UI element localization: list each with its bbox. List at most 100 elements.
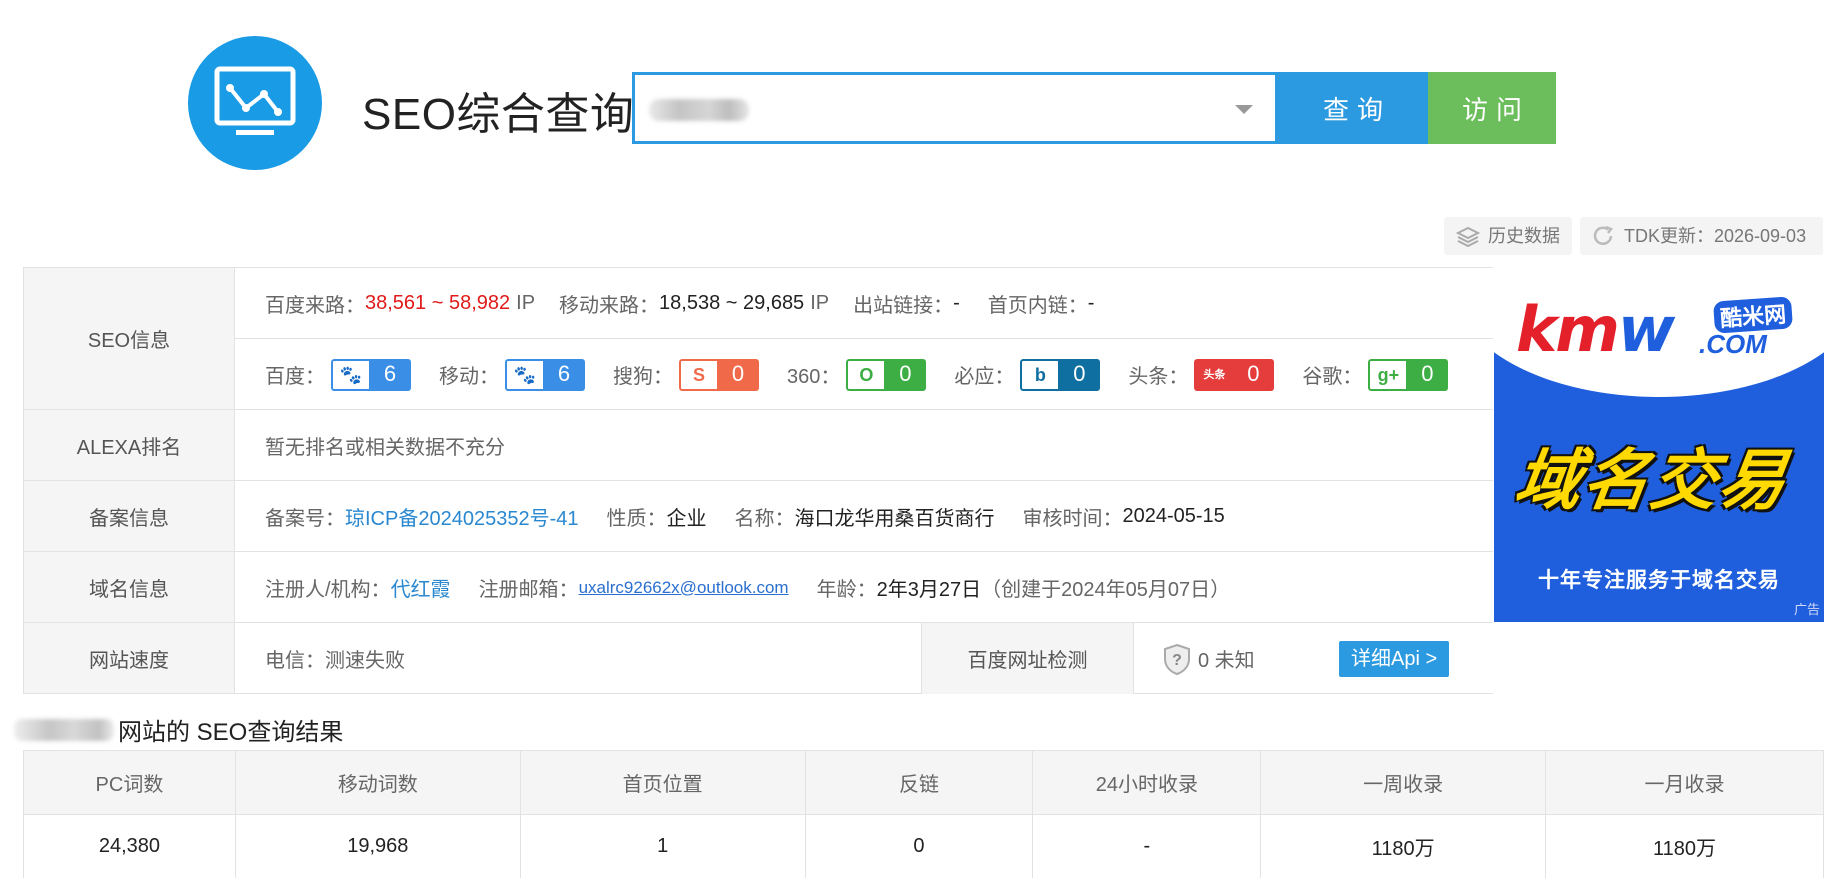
query-button[interactable]: 查询 — [1278, 72, 1428, 144]
history-data-button[interactable]: 历史数据 — [1444, 217, 1572, 255]
tdk-update-button[interactable]: TDK更新：2026-09-03 — [1580, 217, 1823, 255]
registrant-link[interactable]: 代红霞 — [391, 573, 451, 602]
inlinks-label: 首页内链： — [987, 295, 1088, 317]
weight-value: 6 — [543, 358, 585, 391]
results-table: PC词数 移动词数 首页位置 反链 24小时收录 一周收录 一月收录 24,380 19,96… — [23, 750, 1824, 878]
alexa-value: 暂无排名或相关数据不充分 — [265, 437, 505, 459]
weight-badge[interactable]: 🐾 6 — [331, 358, 411, 391]
baidu-traffic-value: 38,561 ~ 58,982 — [365, 292, 511, 314]
chevron-down-icon[interactable] — [1235, 105, 1253, 114]
weight-badge[interactable]: O0 — [846, 358, 927, 391]
outlinks-value: - — [953, 292, 960, 314]
column-header: PC词数 — [23, 750, 236, 815]
baidu-paw-icon: 🐾 — [331, 358, 369, 391]
ip-unit: IP — [810, 292, 830, 314]
weight-value: 0 — [1232, 358, 1275, 391]
seo-info-row: SEO信息 百度来路： 38,561 ~ 58,982 IP 移动来路： 18,… — [23, 268, 1493, 410]
weight-label: 必应： — [954, 366, 1015, 388]
svg-text:?: ? — [1172, 652, 1182, 669]
site-logo[interactable] — [188, 36, 322, 170]
results-title: 网站的 SEO查询结果 — [14, 712, 343, 747]
weight-label: 谷歌： — [1302, 366, 1363, 388]
sogou-icon: S — [679, 358, 717, 391]
refresh-icon — [1593, 225, 1613, 245]
weight-label: 360： — [787, 366, 841, 388]
speed-value: 电信：测速失败 — [265, 650, 405, 672]
registrant-label: 注册人/机构： — [265, 579, 391, 601]
review-time-value: 2024-05-15 — [1122, 505, 1225, 527]
weight-label: 移动： — [439, 366, 499, 388]
search-input[interactable] — [632, 72, 1278, 144]
redacted-domain — [649, 99, 749, 121]
traffic-row: 百度来路： 38,561 ~ 58,982 IP 移动来路： 18,538 ~ … — [235, 268, 1493, 339]
weight-badge[interactable]: g+ 0 — [1368, 358, 1449, 391]
inlinks-value: - — [1087, 292, 1095, 314]
ad-slogan: 十年专注服务于域名交易 — [1538, 569, 1780, 592]
mobile-traffic-value: 18,538 ~ 29,685 — [659, 292, 805, 314]
speed-label: 网站速度 — [23, 623, 235, 693]
review-time-label: 审核时间： — [1022, 508, 1123, 530]
domain-row: 域名信息 注册人/机构： 代红霞 注册邮箱： uxalrc92662x@outl… — [23, 552, 1493, 623]
speed-row: 网站速度 电信：测速失败 百度网址检测 ? 0 未知 详细Api > — [23, 623, 1493, 694]
icp-number-link[interactable]: 琼ICP备2024025352号-41 — [345, 502, 578, 531]
seo-info-label: SEO信息 — [23, 268, 235, 409]
page-title: SEO综合查询 — [362, 90, 635, 139]
toutiao-icon: 头条 — [1194, 358, 1233, 391]
google-plus-icon: g+ — [1368, 358, 1407, 391]
table-cell: 24,380 — [23, 814, 236, 878]
ad-banner[interactable]: kmw 酷米网 .COM 域名交易 十年专注服务于域名交易 广告 — [1494, 267, 1824, 622]
domain-values: 注册人/机构： 代红霞 注册邮箱： uxalrc92662x@outlook.c… — [265, 552, 1230, 623]
email-label: 注册邮箱： — [478, 579, 579, 601]
column-header: 一月收录 — [1545, 750, 1824, 815]
weight-badge[interactable]: b0 — [1020, 358, 1101, 391]
ad-brand: kmw — [1516, 293, 1675, 366]
icp-label: 备案信息 — [23, 481, 235, 551]
table-cell: 1 — [519, 814, 806, 878]
ad-tag: 广告 — [1793, 602, 1820, 617]
alexa-label: ALEXA排名 — [23, 410, 235, 480]
weight-value: 6 — [369, 358, 411, 391]
table-cell: 0 — [804, 814, 1034, 878]
baidu-paw-icon: 🐾 — [505, 358, 543, 391]
so360-icon: O — [846, 358, 885, 391]
weight-value: 0 — [1406, 358, 1449, 391]
monitor-chart-icon — [214, 66, 296, 135]
ad-com: .COM — [1699, 329, 1767, 359]
weight-badge[interactable]: S0 — [679, 358, 759, 391]
table-cell: 19,968 — [234, 814, 521, 878]
created-date: （创建于2024年05月07日） — [981, 579, 1231, 601]
weight-label: 头条： — [1128, 366, 1189, 388]
detail-api-button[interactable]: 详细Api > — [1339, 641, 1450, 677]
column-header: 一周收录 — [1260, 750, 1547, 815]
weight-value: 0 — [1058, 358, 1101, 391]
baidu-check-label: 百度网址检测 — [921, 623, 1134, 694]
weight-value: 0 — [717, 358, 759, 391]
weight-badge[interactable]: 🐾 6 — [505, 358, 585, 391]
domain-label: 域名信息 — [23, 552, 235, 622]
shield-question-icon: ? — [1164, 643, 1190, 675]
weight-badge[interactable]: 头条 0 — [1194, 358, 1275, 391]
table-cell: 1180万 — [1545, 814, 1824, 878]
visit-button[interactable]: 访问 — [1428, 72, 1556, 144]
table-header-row: PC词数 移动词数 首页位置 反链 24小时收录 一周收录 一月收录 — [23, 750, 1824, 815]
history-label: 历史数据 — [1488, 226, 1560, 246]
bing-icon: b — [1020, 358, 1059, 391]
name-value: 海口龙华用桑百货商行 — [794, 508, 995, 530]
weight-value: 0 — [884, 358, 927, 391]
column-header: 移动词数 — [234, 750, 521, 815]
redacted-domain — [14, 718, 114, 741]
ad-headline: 域名交易 — [1510, 443, 1793, 517]
check-status: 0 未知 — [1198, 650, 1255, 672]
icp-values: 备案号： 琼ICP备2024025352号-41 性质： 企业 名称： 海口龙华… — [265, 481, 1253, 552]
weight-badges: 百度： 🐾 6 移动： 🐾 6 搜狗： S 0 360： O 0 必应： b 0 头条： 头条 0 谷歌： g+ 0 — [265, 339, 1476, 410]
age-label: 年龄： — [816, 579, 877, 601]
name-label: 名称： — [734, 508, 795, 530]
nature-label: 性质： — [606, 508, 667, 530]
table-row: 24,380 19,968 1 0-1180万 1180万 — [23, 814, 1824, 878]
alexa-row: ALEXA排名 暂无排名或相关数据不充分 — [23, 410, 1493, 481]
baidu-traffic-label: 百度来路： — [265, 295, 365, 317]
table-cell: - — [1032, 814, 1262, 878]
column-header: 24小时收录 — [1032, 750, 1262, 815]
email-link[interactable]: uxalrc92662x@outlook.com — [579, 578, 789, 598]
seo-info-table: SEO信息 百度来路： 38,561 ~ 58,982 IP 移动来路： 18,… — [23, 267, 1493, 694]
